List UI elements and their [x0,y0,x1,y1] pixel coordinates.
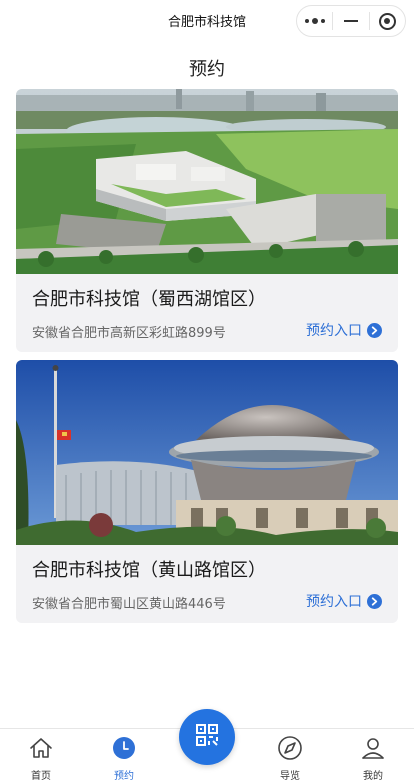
booking-entry-link[interactable]: 预约入口 [306,591,382,611]
qr-code-icon [194,722,220,752]
booking-entry-link[interactable]: 预约入口 [306,320,382,340]
close-target-icon [378,12,396,30]
scan-qr-button[interactable] [179,709,235,765]
minimize-button[interactable] [333,6,368,36]
venue-photo-huangshanlu [16,360,398,545]
tab-label: 首页 [31,771,51,780]
venue-name: 合肥市科技馆（蜀西湖馆区） [32,289,266,310]
tab-mine[interactable]: 我的 [343,735,403,780]
user-icon [360,735,386,765]
booking-entry-label: 预约入口 [306,323,362,339]
venue-photo-shuxihu [16,89,398,274]
more-menu-button[interactable] [297,6,332,36]
mini-program-capsule [296,5,406,37]
booking-entry-label: 预约入口 [306,594,362,610]
venue-name: 合肥市科技馆（黄山路馆区） [32,560,266,581]
tab-label: 我的 [363,771,383,780]
clock-icon [111,735,137,765]
compass-icon [277,735,303,765]
close-button[interactable] [370,6,405,36]
tab-booking[interactable]: 预约 [94,735,154,780]
navigation-bar: 合肥市科技馆 [0,0,414,42]
chevron-right-icon [367,322,382,338]
chevron-right-icon [367,593,382,609]
minimize-icon [344,20,358,22]
home-icon [28,735,54,765]
venue-card-shuxihu[interactable]: 合肥市科技馆（蜀西湖馆区） 安徽省合肥市高新区彩虹路899号 预约入口 [16,89,398,352]
tab-label: 预约 [114,771,134,780]
tab-guide[interactable]: 导览 [260,735,320,780]
tab-home[interactable]: 首页 [11,735,71,780]
page-title: 预约 [189,59,225,80]
venue-address: 安徽省合肥市蜀山区黄山路446号 [32,597,226,612]
bottom-tab-bar: 首页 预约 导览 我的 [0,709,414,780]
tab-label: 导览 [280,771,300,780]
venue-card-huangshanlu[interactable]: 合肥市科技馆（黄山路馆区） 安徽省合肥市蜀山区黄山路446号 预约入口 [16,360,398,623]
more-dots-icon [304,18,325,24]
venue-address: 安徽省合肥市高新区彩虹路899号 [32,326,226,341]
